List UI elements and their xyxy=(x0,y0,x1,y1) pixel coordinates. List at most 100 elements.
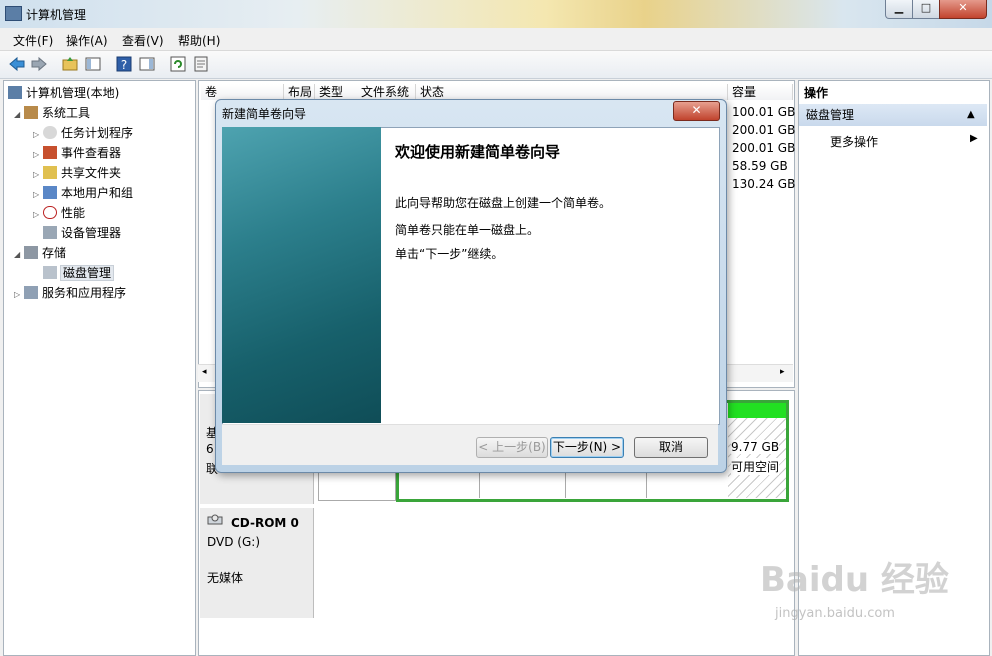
cdrom-name: CD-ROM 0 xyxy=(231,516,299,530)
tree-item-performance[interactable]: ▷ 性能 xyxy=(33,204,85,222)
refresh-icon[interactable] xyxy=(169,55,187,73)
column-header-capacity[interactable]: 容量 xyxy=(728,84,793,100)
column-header-status[interactable]: 状态 xyxy=(416,84,728,100)
event-log-icon xyxy=(43,146,57,159)
tree-label: 本地用户和组 xyxy=(61,186,134,200)
performance-icon xyxy=(43,206,57,219)
tree-item-shared-folders[interactable]: ▷ 共享文件夹 xyxy=(33,164,121,182)
menu-bar: 文件(F) 操作(A) 查看(V) 帮助(H) xyxy=(0,28,992,51)
disk-management-icon xyxy=(43,266,57,279)
collapsed-triangle-icon[interactable]: ▷ xyxy=(33,206,43,224)
tree-label: 存储 xyxy=(42,246,67,260)
action-group-disk-management[interactable]: 磁盘管理 ▲ xyxy=(799,104,987,126)
tree-item-local-users[interactable]: ▷ 本地用户和组 xyxy=(33,184,133,202)
forward-arrow-icon[interactable] xyxy=(30,55,48,73)
collapsed-triangle-icon[interactable]: ▷ xyxy=(33,186,43,204)
column-header-type[interactable]: 类型 xyxy=(315,84,358,100)
cdrom-media-area[interactable] xyxy=(314,508,792,618)
action-group-label: 磁盘管理 xyxy=(806,108,855,122)
expanded-triangle-icon[interactable]: ◢ xyxy=(14,246,24,264)
properties-icon[interactable] xyxy=(192,55,210,73)
baidu-watermark-url: jingyan.baidu.com xyxy=(775,606,895,621)
storage-icon xyxy=(24,246,38,259)
disk0-size: 6 xyxy=(206,442,214,456)
more-actions-item[interactable]: 更多操作 xyxy=(830,133,878,150)
capacity-cell: 200.01 GB xyxy=(732,141,796,155)
cdrom-drive: DVD (G:) xyxy=(207,535,260,549)
cdrom-status: 无媒体 xyxy=(207,571,244,585)
tree-item-device-manager[interactable]: 设备管理器 xyxy=(43,224,121,242)
menu-file[interactable]: 文件(F) xyxy=(13,32,53,49)
partition-box[interactable] xyxy=(650,470,726,498)
dialog-title: 新建简单卷向导 xyxy=(222,107,307,121)
menu-view[interactable]: 查看(V) xyxy=(122,32,164,49)
tree-label: 事件查看器 xyxy=(61,146,122,160)
tree-label: 设备管理器 xyxy=(61,226,122,240)
partition-box[interactable] xyxy=(318,470,396,501)
svg-text:?: ? xyxy=(121,58,127,72)
column-header-layout[interactable]: 布局 xyxy=(284,84,315,100)
tree-label: 计算机管理(本地) xyxy=(26,86,120,100)
tree-item-services-apps[interactable]: ▷ 服务和应用程序 xyxy=(14,284,126,302)
tree-item-task-scheduler[interactable]: ▷ 任务计划程序 xyxy=(33,124,133,142)
unallocated-space[interactable]: 9.77 GB 可用空间 xyxy=(728,418,786,498)
tree-label: 任务计划程序 xyxy=(61,126,134,140)
partition-box[interactable] xyxy=(483,470,566,498)
wizard-paragraph-2: 简单卷只能在单一磁盘上。 xyxy=(395,223,540,237)
baidu-watermark: Baidu 经验 xyxy=(760,560,949,600)
collapsed-triangle-icon[interactable]: ▷ xyxy=(14,286,24,304)
cancel-button[interactable]: 取消 xyxy=(634,437,708,458)
free-space-size: 9.77 GB xyxy=(731,440,780,454)
collapsed-triangle-icon[interactable]: ▷ xyxy=(33,146,43,164)
tools-icon xyxy=(24,106,38,119)
expanded-triangle-icon[interactable]: ◢ xyxy=(14,106,24,124)
title-bar: 计算机管理 xyxy=(0,0,992,28)
scroll-left-icon[interactable]: ◂ xyxy=(202,367,207,377)
column-header-volume[interactable]: 卷 xyxy=(201,84,284,100)
menu-action[interactable]: 操作(A) xyxy=(66,32,108,49)
device-manager-icon xyxy=(43,226,57,239)
collapsed-triangle-icon[interactable]: ▷ xyxy=(33,126,43,144)
services-icon xyxy=(24,286,38,299)
column-header-filesystem[interactable]: 文件系统 xyxy=(357,84,416,100)
users-icon xyxy=(43,186,57,199)
partition-box[interactable] xyxy=(568,470,647,498)
tree-label: 服务和应用程序 xyxy=(42,286,127,300)
tree-item-disk-management[interactable]: 磁盘管理 xyxy=(43,264,115,282)
collapsed-triangle-icon[interactable]: ▷ xyxy=(33,166,43,184)
tree-item-event-viewer[interactable]: ▷ 事件查看器 xyxy=(33,144,121,162)
help-icon[interactable]: ? xyxy=(115,55,133,73)
capacity-cell: 100.01 GB xyxy=(732,105,796,119)
up-folder-icon[interactable] xyxy=(61,55,79,73)
next-button[interactable]: 下一步(N) > xyxy=(550,437,624,458)
collapse-up-icon[interactable]: ▲ xyxy=(967,104,975,126)
toolbar: ? xyxy=(0,51,992,79)
back-button[interactable]: < 上一步(B) xyxy=(476,437,548,458)
show-hide-tree-icon[interactable] xyxy=(84,55,102,73)
submenu-arrow-icon[interactable]: ▶ xyxy=(970,133,978,144)
wizard-paragraph-1: 此向导帮助您在磁盘上创建一个简单卷。 xyxy=(395,196,612,210)
wizard-side-banner xyxy=(222,127,381,423)
capacity-cell: 58.59 GB xyxy=(732,159,788,173)
minimize-button[interactable]: ▁ xyxy=(885,0,913,19)
show-hide-action-pane-icon[interactable] xyxy=(138,55,156,73)
capacity-cell: 130.24 GB xyxy=(732,177,796,191)
actions-header: 操作 xyxy=(804,86,829,100)
partition-box[interactable] xyxy=(403,470,480,498)
cdrom-drive-icon xyxy=(207,514,223,525)
tree-item-root[interactable]: 计算机管理(本地) xyxy=(8,84,119,102)
free-space-label: 可用空间 xyxy=(731,458,780,475)
tree-label: 性能 xyxy=(61,206,86,220)
maximize-button[interactable]: □ xyxy=(912,0,940,19)
tree-item-system-tools[interactable]: ◢ 系统工具 xyxy=(14,104,90,122)
dialog-close-button[interactable]: ✕ xyxy=(673,101,720,121)
scroll-right-icon[interactable]: ▸ xyxy=(780,367,785,377)
computer-management-icon xyxy=(5,6,22,21)
wizard-paragraph-3: 单击“下一步”继续。 xyxy=(395,247,504,261)
tree-item-storage[interactable]: ◢ 存储 xyxy=(14,244,66,262)
close-button[interactable]: ✕ xyxy=(939,0,987,19)
cdrom-label-panel[interactable]: CD-ROM 0 DVD (G:) 无媒体 xyxy=(200,508,314,618)
menu-help[interactable]: 帮助(H) xyxy=(178,32,220,49)
tree-label: 系统工具 xyxy=(42,106,91,120)
back-arrow-icon[interactable] xyxy=(8,55,26,73)
